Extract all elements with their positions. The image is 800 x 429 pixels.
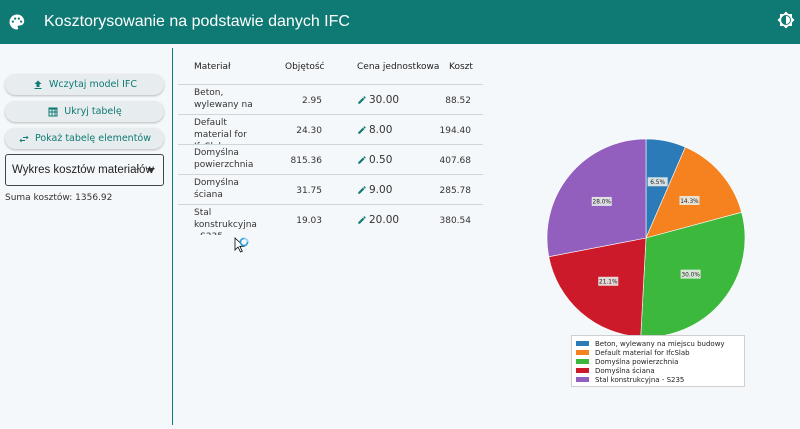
- material-name: Stal konstrukcyjna - S235: [194, 208, 257, 235]
- chart-type-value: Wykres kosztów materiałów: [12, 164, 154, 176]
- legend-label: Beton, wylewany na miejscu budowy: [595, 339, 725, 348]
- theme-toggle-icon[interactable]: [777, 11, 795, 29]
- header-volume[interactable]: Objętość: [285, 62, 325, 72]
- show-elements-button[interactable]: Pokaż tabelę elementów: [5, 128, 164, 149]
- cost-value: 88.52: [445, 96, 471, 106]
- table-row: Default material for IfcSlab 24.30 8.00 194…: [178, 115, 483, 145]
- legend-label: Stal konstrukcyjna - S235: [595, 375, 685, 384]
- header-material[interactable]: Materiał: [194, 62, 231, 72]
- unit-price-value: 30.00: [369, 94, 400, 106]
- upload-icon: [34, 80, 42, 89]
- cost-value: 407.68: [439, 156, 472, 166]
- unit-price-cell[interactable]: 30.00: [357, 94, 399, 106]
- legend-swatch: [576, 350, 589, 355]
- unit-price-cell[interactable]: 0.50: [357, 154, 392, 166]
- hide-table-button[interactable]: Ukryj tabelę: [5, 101, 164, 122]
- legend-item: Stal konstrukcyjna - S235: [576, 375, 740, 384]
- table-row: Stal konstrukcyjna - S235 19.03 20.00 380.5…: [178, 205, 483, 235]
- cost-value: 285.78: [439, 186, 472, 196]
- material-name: Beton, wylewany na: [194, 88, 253, 110]
- legend-item: Domyślna ściana: [576, 366, 740, 375]
- material-name: Domyślna ściana: [194, 178, 239, 200]
- pie-label: 30.0%: [680, 269, 701, 279]
- table-row: Domyślna powierzchnia 815.36 0.50 407.68: [178, 145, 483, 175]
- unit-price-cell[interactable]: 9.00: [357, 184, 392, 196]
- cost-value: 194.40: [439, 126, 472, 136]
- materials-table: Materiał Objętość Cena jednostkowa Koszt…: [178, 54, 483, 235]
- chart-type-select[interactable]: Wykres kosztów materiałów: [5, 154, 164, 186]
- legend-label: Domyślna ściana: [595, 366, 655, 375]
- swap-arrows-icon: [19, 135, 29, 142]
- unit-price-value: 0.50: [369, 154, 393, 166]
- legend-swatch: [576, 359, 589, 364]
- legend-item: Default material for IfcSlab: [576, 348, 740, 357]
- volume-value: 2.95: [301, 96, 322, 106]
- mouse-cursor-icon: [234, 237, 249, 253]
- legend-label: Domyślna powierzchnia: [595, 357, 679, 366]
- header-cost[interactable]: Koszt: [449, 62, 473, 72]
- pie-label-text: 21.1%: [599, 280, 618, 286]
- edit-pencil-icon[interactable]: [357, 185, 367, 195]
- legend-item: Beton, wylewany na miejscu budowy: [576, 339, 740, 348]
- volume-value: 19.03: [296, 216, 322, 226]
- legend-item: Domyślna powierzchnia: [576, 357, 740, 366]
- edit-pencil-icon[interactable]: [357, 215, 367, 225]
- pie-label: 21.1%: [598, 276, 619, 286]
- pie-label-text: 28.0%: [593, 200, 612, 206]
- legend-swatch: [576, 368, 589, 373]
- pie-label-text: 14.3%: [680, 199, 699, 205]
- chart-legend: Beton, wylewany na miejscu budowy Default…: [571, 335, 745, 387]
- hide-table-label: Ukryj tabelę: [64, 106, 122, 117]
- unit-price-cell[interactable]: 8.00: [357, 124, 392, 136]
- pie-label: 14.3%: [679, 195, 700, 205]
- load-ifc-button[interactable]: Wczytaj model IFC: [5, 74, 164, 95]
- table-row: Beton, wylewany na 2.95 30.00 88.52: [178, 85, 483, 115]
- pie-label: 28.0%: [591, 196, 612, 206]
- pie-label: 6.5%: [647, 177, 668, 187]
- pie-label-text: 6.5%: [650, 180, 665, 186]
- dropdown-arrow-icon: [147, 168, 155, 173]
- legend-swatch: [576, 341, 589, 346]
- header-unit-price[interactable]: Cena jednostkowa: [357, 62, 439, 72]
- sidebar: Wczytaj model IFC Ukryj tabelę Pokaż tab…: [0, 44, 172, 429]
- legend-label: Default material for IfcSlab: [595, 348, 690, 357]
- cost-value: 380.54: [439, 216, 472, 226]
- palette-icon[interactable]: [8, 13, 26, 31]
- show-elements-label: Pokaż tabelę elementów: [34, 133, 152, 144]
- total-cost-label: Suma kosztów: 1356.92: [5, 193, 113, 203]
- unit-price-value: 9.00: [369, 184, 393, 196]
- volume-value: 31.75: [296, 186, 322, 196]
- unit-price-cell[interactable]: 20.00: [357, 214, 399, 226]
- material-name: Default material for IfcSlab: [194, 118, 247, 144]
- volume-value: 815.36: [290, 156, 323, 166]
- volume-value: 24.30: [296, 126, 322, 136]
- material-name: Domyślna powierzchnia: [194, 148, 254, 170]
- pie-label-text: 30.0%: [681, 272, 700, 278]
- table-body: Beton, wylewany na 2.95 30.00 88.52 Default …: [178, 85, 483, 235]
- legend-swatch: [576, 377, 589, 382]
- edit-pencil-icon[interactable]: [357, 95, 367, 105]
- load-ifc-label: Wczytaj model IFC: [49, 79, 137, 90]
- vertical-divider: [172, 48, 173, 425]
- edit-pencil-icon[interactable]: [357, 125, 367, 135]
- app-bar: Kosztorysowanie na podstawie danych IFC: [0, 0, 800, 44]
- table-header: Materiał Objętość Cena jednostkowa Koszt: [178, 54, 483, 85]
- table-row: Domyślna ściana 31.75 9.00 285.78: [178, 175, 483, 205]
- app-title: Kosztorysowanie na podstawie danych IFC: [44, 13, 350, 30]
- unit-price-value: 8.00: [369, 124, 393, 136]
- table-icon: [48, 107, 58, 116]
- edit-pencil-icon[interactable]: [357, 155, 367, 165]
- unit-price-value: 20.00: [369, 214, 400, 226]
